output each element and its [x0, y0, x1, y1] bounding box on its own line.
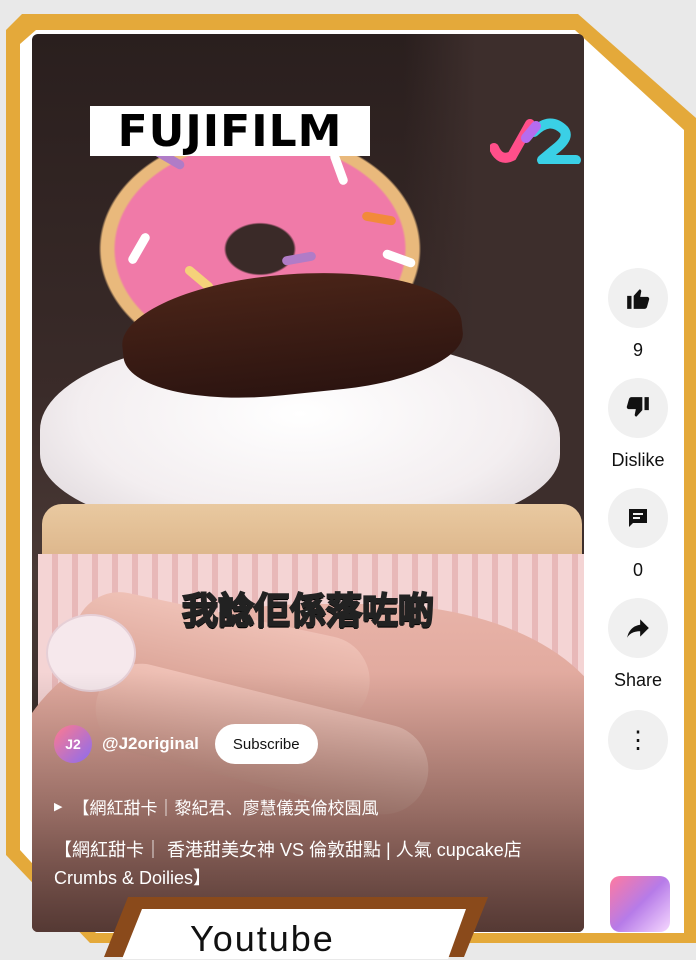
fujifilm-logo: FUJIFILM: [90, 105, 370, 157]
fujifilm-logo-text: FUJIFILM: [117, 105, 343, 157]
action-bar: 9 Dislike 0 Share ⋮: [600, 268, 676, 770]
channel-row: J2 @J2original Subscribe: [54, 724, 318, 764]
subscribe-button[interactable]: Subscribe: [214, 724, 318, 764]
like-count: 9: [632, 340, 643, 360]
youtube-banner-text: Youtube: [190, 918, 335, 959]
video-player[interactable]: FUJIFILM 我諗佢係落咗啲 J2 @J2original Subscrib…: [32, 34, 584, 932]
channel-avatar[interactable]: J2: [54, 725, 92, 763]
thumbs-up-icon: [627, 289, 650, 309]
playlist-link[interactable]: ▶ 【網紅甜卡｜黎紀君、廖慧儀英倫校園風: [54, 794, 378, 819]
sound-thumbnail[interactable]: [610, 876, 670, 932]
j2-logo: [490, 118, 581, 164]
more-options-button[interactable]: ⋮: [608, 710, 668, 770]
video-caption: 我諗佢係落咗啲: [181, 590, 435, 633]
video-description[interactable]: 【網紅甜卡｜ 香港甜美女神 VS 倫敦甜點 | 人氣 cupcake店Crumb…: [54, 836, 554, 892]
share-label: Share: [613, 670, 663, 690]
play-icon: ▶: [54, 801, 63, 813]
dislike-button[interactable]: [608, 378, 668, 438]
comments-button[interactable]: [608, 488, 668, 548]
more-vert-icon: ⋮: [626, 726, 650, 754]
comment-icon: [629, 509, 647, 527]
channel-handle[interactable]: @J2original: [102, 734, 199, 754]
comment-count: 0: [632, 560, 643, 580]
thumbs-down-icon: [626, 397, 649, 417]
share-button[interactable]: [608, 598, 668, 658]
playlist-text: 【網紅甜卡｜黎紀君、廖慧儀英倫校園風: [72, 799, 379, 818]
dislike-label: Dislike: [611, 450, 665, 470]
share-icon: [627, 619, 649, 638]
like-button[interactable]: [608, 268, 668, 328]
